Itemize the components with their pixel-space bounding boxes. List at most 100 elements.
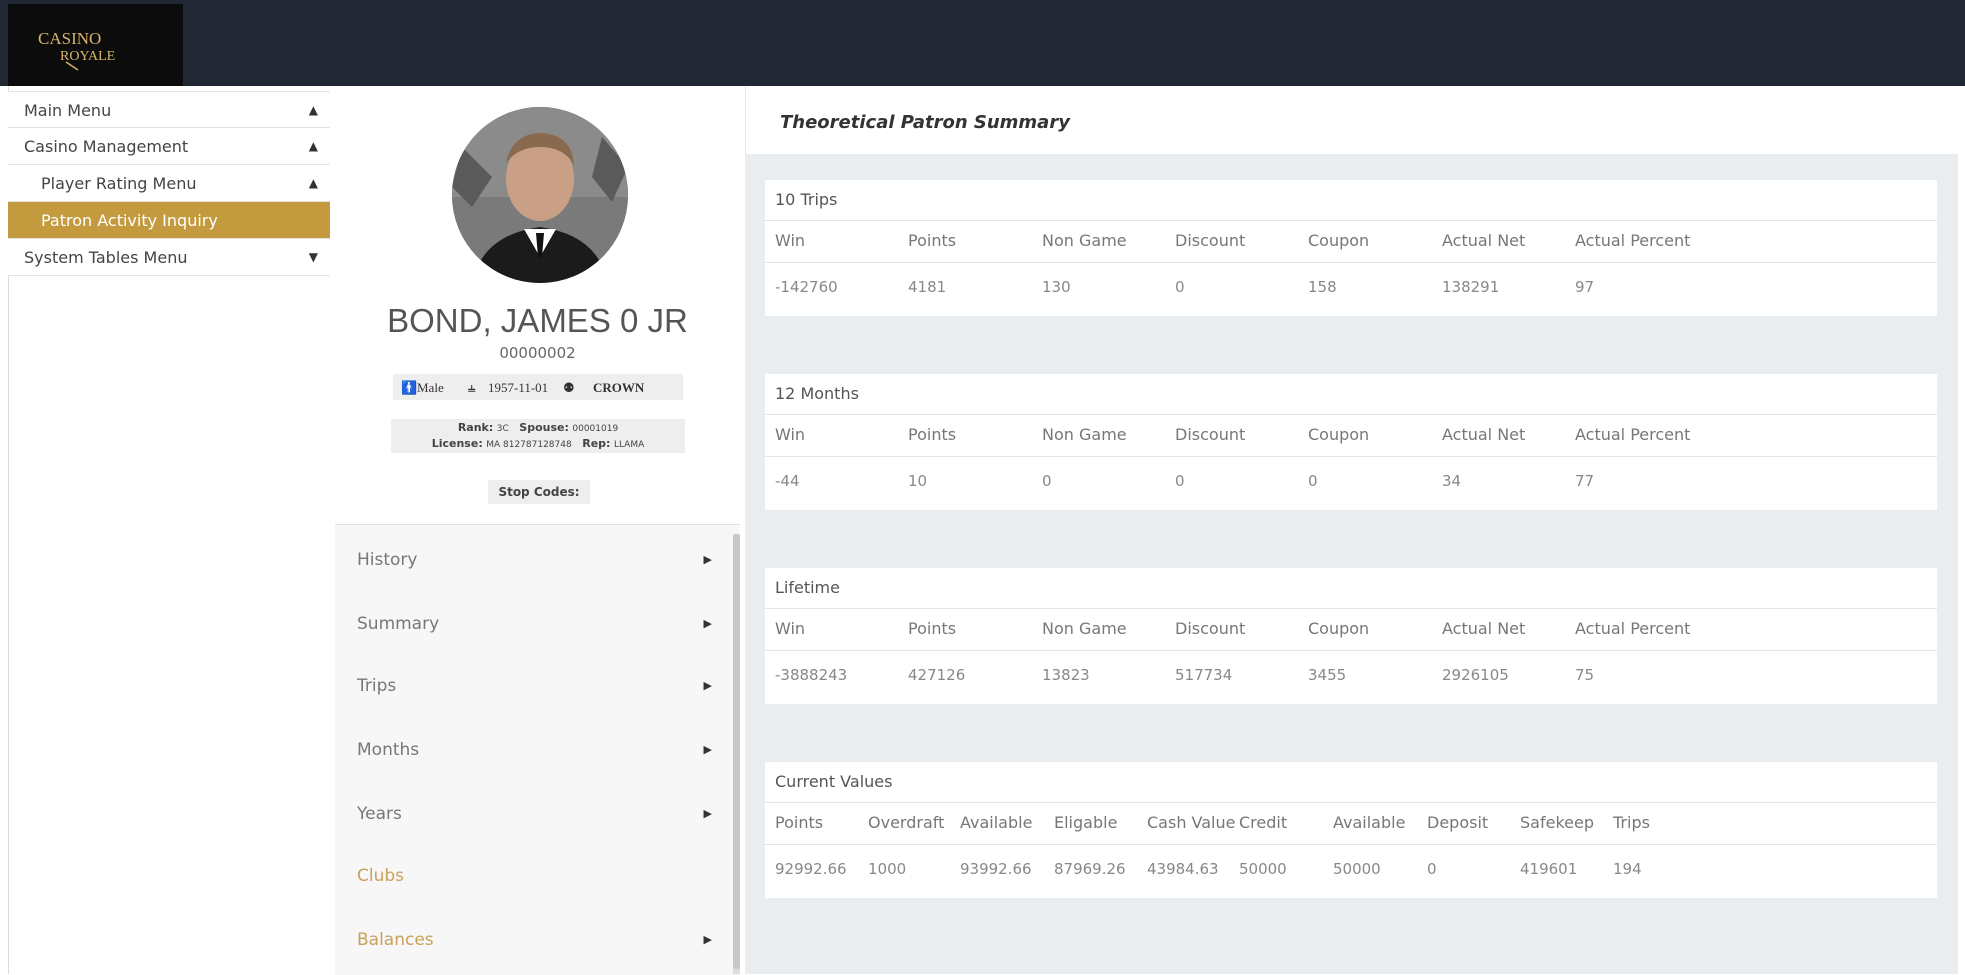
patron-name: BOND, JAMES 0 JR xyxy=(387,302,688,339)
table-cell: 10 xyxy=(908,472,928,490)
license-label: License: xyxy=(431,437,483,450)
table-cell: 77 xyxy=(1575,472,1595,490)
column-header: Cash Value xyxy=(1147,813,1236,832)
subnav-label: Summary xyxy=(357,614,440,634)
column-header: Actual Net xyxy=(1442,231,1526,250)
caret-right-icon: ▶ xyxy=(703,617,712,630)
patron-details: Rank: 3C Spouse: 00001019 License: MA 81… xyxy=(391,419,685,453)
top-bar: CASINO ROYALE xyxy=(0,0,1965,86)
column-header: Trips xyxy=(1613,813,1650,832)
table-cell: 2926105 xyxy=(1442,666,1509,684)
subnav-months[interactable]: Months ▶ xyxy=(357,735,717,765)
menu-item-player-rating-menu[interactable]: Player Rating Menu ▲ xyxy=(8,165,330,202)
panel-title: Lifetime xyxy=(775,578,840,597)
column-header: Actual Net xyxy=(1442,619,1526,638)
scrollbar-thumb[interactable] xyxy=(733,534,740,969)
subnav-label: Balances xyxy=(357,930,434,950)
panel-title: 10 Trips xyxy=(775,190,838,209)
table-cell: 93992.66 xyxy=(960,860,1032,878)
table-header-row: Win Points Non Game Discount Coupon Actu… xyxy=(765,608,1937,651)
table-row: -44 10 0 0 0 34 77 xyxy=(765,456,1937,511)
column-header: Discount xyxy=(1175,231,1246,250)
table-cell: 0 xyxy=(1175,278,1185,296)
birthdate-text: 1957-11-01 xyxy=(488,380,549,395)
menu-item-label: Player Rating Menu xyxy=(41,174,197,193)
table-cell: 43984.63 xyxy=(1147,860,1219,878)
panel-title: 12 Months xyxy=(775,384,859,403)
rank-value: 3C xyxy=(496,424,509,434)
table-cell: 75 xyxy=(1575,666,1595,684)
column-header: Points xyxy=(775,813,824,832)
caret-right-icon: ▶ xyxy=(703,743,712,756)
table-header-row: Points Overdraft Available Eligable Cash… xyxy=(765,802,1937,845)
caret-right-icon: ▶ xyxy=(703,553,712,566)
column-header: Points xyxy=(908,619,957,638)
column-header: Coupon xyxy=(1308,425,1370,444)
content-header: Theoretical Patron Summary xyxy=(745,86,1965,154)
table-cell: 4181 xyxy=(908,278,947,296)
caret-right-icon: ▶ xyxy=(703,679,712,692)
patron-id: 00000002 xyxy=(499,344,576,362)
subnav-label: History xyxy=(357,550,418,570)
menu-item-label: Main Menu xyxy=(24,101,112,120)
column-header: Non Game xyxy=(1042,619,1127,638)
patron-profile: BOND, JAMES 0 JR 00000002 🚹 Male ⫨ 1957-… xyxy=(335,86,740,524)
gender-text: Male xyxy=(417,380,444,395)
summary-panel-10-trips: 10 Trips Win Points Non Game Discount Co… xyxy=(765,180,1937,316)
subnav-trips[interactable]: Trips ▶ xyxy=(357,671,717,701)
column-header: Win xyxy=(775,425,806,444)
table-cell: 87969.26 xyxy=(1054,860,1126,878)
column-header: Coupon xyxy=(1308,619,1370,638)
column-header: Actual Percent xyxy=(1575,231,1691,250)
table-cell: 0 xyxy=(1175,472,1185,490)
group-icon: ⚉ xyxy=(563,380,575,395)
menu-item-casino-management[interactable]: Casino Management ▲ xyxy=(8,128,330,165)
column-header: Points xyxy=(908,425,957,444)
menu-item-label: Patron Activity Inquiry xyxy=(41,211,218,230)
patron-badges: 🚹 Male ⫨ 1957-11-01 ⚉ CROWN xyxy=(393,374,683,400)
column-header: Win xyxy=(775,231,806,250)
table-cell: 194 xyxy=(1613,860,1642,878)
table-row: 92992.66 1000 93992.66 87969.26 43984.63… xyxy=(765,844,1937,899)
subnav-balances[interactable]: Balances ▶ xyxy=(357,925,717,955)
subnav-years[interactable]: Years ▶ xyxy=(357,799,717,829)
table-cell: 92992.66 xyxy=(775,860,847,878)
menu-item-main-menu[interactable]: Main Menu ▲ xyxy=(8,91,330,128)
menu-item-patron-activity-inquiry[interactable]: Patron Activity Inquiry xyxy=(8,202,330,239)
subnav-scrollbar[interactable] xyxy=(733,534,740,974)
table-row: -142760 4181 130 0 158 138291 97 xyxy=(765,262,1937,317)
summary-panel-12-months: 12 Months Win Points Non Game Discount C… xyxy=(765,374,1937,510)
gender-icon: 🚹 xyxy=(401,380,418,395)
collapse-arrow-icon: ▲ xyxy=(308,103,318,117)
column-header: Win xyxy=(775,619,806,638)
column-header: Safekeep xyxy=(1520,813,1594,832)
patron-avatar xyxy=(452,107,628,283)
patron-subnav: History ▶ Summary ▶ Trips ▶ Months ▶ Yea… xyxy=(335,524,740,975)
table-cell: 419601 xyxy=(1520,860,1578,878)
club-text: CROWN xyxy=(593,380,645,395)
page-title: Theoretical Patron Summary xyxy=(780,112,1070,133)
menu-item-system-tables-menu[interactable]: System Tables Menu ▼ xyxy=(8,239,330,276)
content-body: 10 Trips Win Points Non Game Discount Co… xyxy=(745,154,1965,974)
rep-value: LLAMA xyxy=(613,440,645,450)
casino-royale-logo[interactable]: CASINO ROYALE xyxy=(8,4,183,86)
logo-line1: CASINO xyxy=(38,29,101,48)
subnav-history[interactable]: History ▶ xyxy=(357,545,717,575)
birthday-cake-icon: ⫨ xyxy=(468,380,476,395)
table-cell: 517734 xyxy=(1175,666,1233,684)
column-header: Non Game xyxy=(1042,231,1127,250)
subnav-summary[interactable]: Summary ▶ xyxy=(357,609,717,639)
table-cell: 50000 xyxy=(1333,860,1381,878)
column-header: Discount xyxy=(1175,425,1246,444)
collapse-arrow-icon: ▲ xyxy=(308,139,318,153)
rep-label: Rep: xyxy=(582,437,611,450)
column-header: Coupon xyxy=(1308,231,1370,250)
table-cell: 34 xyxy=(1442,472,1462,490)
table-row: -3888243 427126 13823 517734 3455 292610… xyxy=(765,650,1937,705)
column-header: Actual Net xyxy=(1442,425,1526,444)
subnav-clubs[interactable]: Clubs xyxy=(357,861,717,891)
column-header: Available xyxy=(1333,813,1406,832)
table-cell: 427126 xyxy=(908,666,966,684)
column-header: Available xyxy=(960,813,1033,832)
right-edge xyxy=(1958,86,1965,974)
